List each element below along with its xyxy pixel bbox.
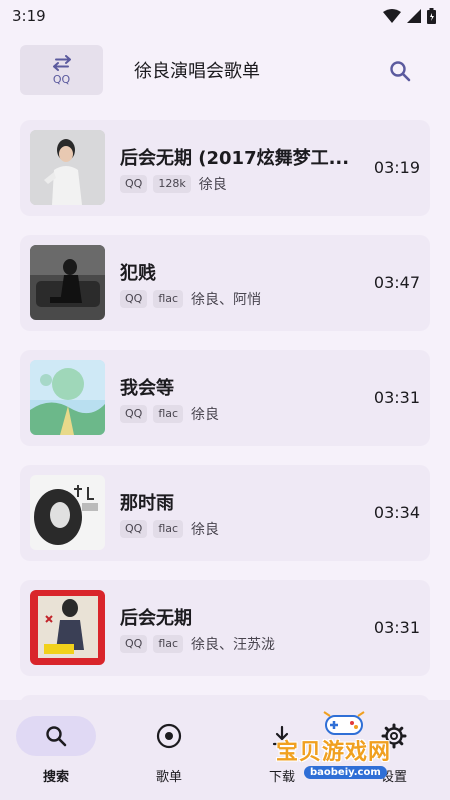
song-title: 后会无期 (2017炫舞梦工... [120, 148, 350, 169]
song-meta: QQ flac 徐良 [120, 519, 219, 539]
song-title: 我会等 [120, 378, 174, 399]
source-label: QQ [52, 72, 71, 86]
song-artist: 徐良 [191, 522, 220, 538]
status-icons [383, 8, 436, 24]
source-switch-button[interactable]: QQ [20, 45, 103, 95]
source-tag: QQ [120, 290, 148, 308]
song-artist: 徐良 [198, 177, 227, 193]
nav-pill [129, 716, 209, 756]
song-meta: QQ flac 徐良、汪苏泷 [120, 634, 275, 654]
nav-label: 歌单 [155, 770, 182, 785]
quality-tag: 128k [153, 175, 191, 193]
source-tag: QQ [120, 520, 148, 538]
album-cover [30, 590, 105, 665]
song-card[interactable]: 我会等 QQ flac 徐良 03:31 [20, 350, 430, 446]
song-artist: 徐良、汪苏泷 [191, 637, 276, 653]
source-tag: QQ [120, 175, 148, 193]
song-meta: QQ flac 徐良、阿悄 [120, 289, 261, 309]
song-duration: 03:34 [373, 503, 420, 522]
source-tag: QQ [120, 635, 148, 653]
song-title: 那时雨 [120, 493, 174, 514]
swap-icon [52, 54, 71, 71]
quality-tag: flac [153, 290, 184, 308]
nav-item-search[interactable]: 搜索 [16, 716, 96, 786]
watermark-text: 宝贝游戏网 [276, 740, 392, 765]
album-cover [30, 130, 105, 205]
wifi-icon [383, 9, 401, 23]
song-title: 犯贱 [120, 263, 156, 284]
page-title: 徐良演唱会歌单 [134, 61, 260, 82]
song-title: 后会无期 [120, 608, 192, 629]
search-icon [46, 726, 67, 747]
album-cover [30, 475, 105, 550]
source-tag: QQ [120, 405, 148, 423]
nav-pill [16, 716, 96, 756]
song-duration: 03:31 [373, 618, 420, 637]
battery-icon [427, 8, 436, 24]
nav-item-playlist[interactable]: 歌单 [129, 716, 209, 786]
song-artist: 徐良、阿悄 [191, 292, 262, 308]
search-icon [390, 61, 411, 82]
status-time: 3:19 [12, 7, 46, 25]
status-bar: 3:19 [0, 0, 450, 32]
song-card[interactable]: 后会无期 QQ flac 徐良、汪苏泷 03:31 [20, 580, 430, 676]
song-meta: QQ flac 徐良 [120, 404, 219, 424]
nav-label: 搜索 [42, 770, 69, 785]
signal-icon [407, 9, 421, 23]
search-button[interactable] [386, 57, 414, 85]
song-duration: 03:31 [373, 388, 420, 407]
top-bar: QQ 徐良演唱会歌单 [0, 32, 450, 108]
album-cover [30, 360, 105, 435]
quality-tag: flac [153, 520, 184, 538]
song-duration: 03:47 [373, 273, 420, 292]
watermark-logo: 宝贝游戏网 baobeiy.com [270, 708, 430, 792]
quality-tag: flac [153, 635, 184, 653]
quality-tag: flac [153, 405, 184, 423]
song-artist: 徐良 [191, 407, 220, 423]
song-duration: 03:19 [373, 158, 420, 177]
watermark-url: baobeiy.com [304, 766, 387, 779]
song-card[interactable]: 那时雨 QQ flac 徐良 03:34 [20, 465, 430, 561]
song-card[interactable]: 后会无期 (2017炫舞梦工... QQ 128k 徐良 03:19 [20, 120, 430, 216]
album-cover [30, 245, 105, 320]
album-icon [156, 723, 182, 749]
song-meta: QQ 128k 徐良 [120, 174, 227, 194]
song-card[interactable]: 犯贱 QQ flac 徐良、阿悄 03:47 [20, 235, 430, 331]
